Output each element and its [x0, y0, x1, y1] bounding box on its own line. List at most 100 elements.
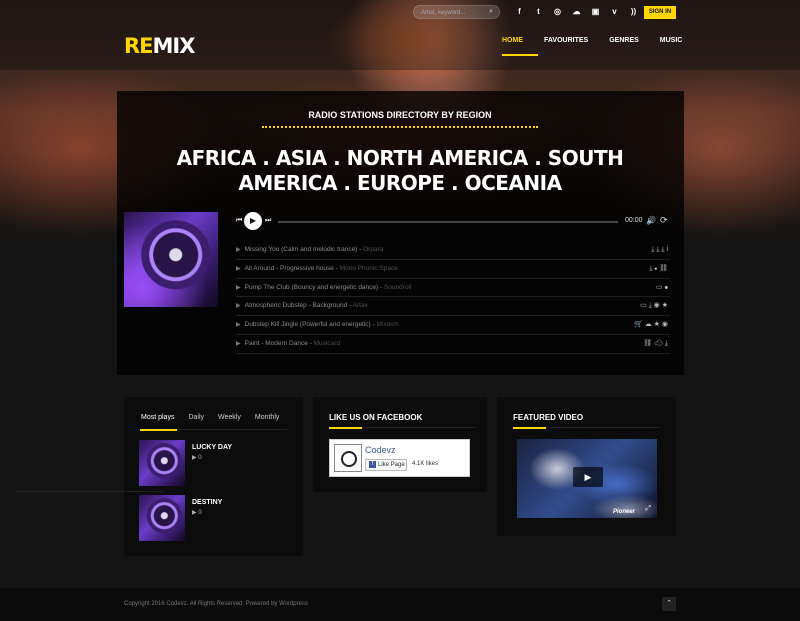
rss-icon[interactable]: )) — [624, 6, 643, 18]
progress-bar[interactable] — [278, 221, 618, 223]
most-plays-tabs: Most plays Daily Weekly Monthly — [141, 414, 293, 421]
title-accent — [513, 427, 546, 429]
track-actions[interactable]: ▭ ⦁ — [656, 279, 668, 297]
tab-daily[interactable]: Daily — [188, 414, 204, 421]
facebook-page-card[interactable]: Codevz f Like Page 4.1K likes — [329, 439, 470, 477]
nav-genres[interactable]: GENRES — [609, 37, 639, 56]
fullscreen-icon[interactable]: ⤢ — [645, 505, 651, 513]
play-icon[interactable]: ▶ — [236, 322, 241, 328]
repeat-icon[interactable]: ⟳ — [660, 215, 668, 226]
most-plays-widget: Most plays Daily Weekly Monthly LUCKY DA… — [124, 397, 303, 556]
album-cover — [124, 212, 218, 307]
main-nav: HOME FAVOURITES GENRES MUSIC — [502, 37, 703, 56]
video-thumbnail[interactable]: ▶ Pioneer ⤢ — [517, 439, 657, 518]
track-artist: Mono Phonic Space — [339, 264, 398, 272]
title-underline — [329, 427, 476, 429]
track-title: Dubstep Kill Jingle (Powerful and energe… — [244, 321, 371, 329]
likes-count: 4.1K likes — [412, 461, 439, 467]
track-item[interactable]: ▶ Paint - Modern Dance - Musicard ⛓ ☁ ⤓ — [236, 335, 670, 354]
search-input[interactable]: Artist, keyword... ⌕ — [413, 5, 500, 19]
widget-title: LIKE US ON FACEBOOK — [329, 413, 423, 422]
player-time: 00:00 — [625, 217, 643, 224]
logo-accent: RE — [124, 34, 153, 58]
audio-player: ⏮ ▶ ⏭ 00:00 🔊 ⟳ — [236, 212, 670, 230]
tab-weekly[interactable]: Weekly — [218, 414, 241, 421]
track-item[interactable]: ▶ Pump The Club (Bouncy and energetic dan… — [236, 279, 670, 298]
track-item[interactable]: ▶ Missing You (Calm and melodic trance) -… — [236, 241, 670, 260]
sign-in-button[interactable]: SIGN IN — [644, 6, 676, 19]
track-artist: Mixtech — [376, 321, 399, 329]
like-page-button[interactable]: f Like Page — [365, 459, 407, 471]
track-artist: Orpara — [363, 246, 384, 253]
play-button[interactable]: ▶ — [244, 212, 262, 230]
play-count: ▶ 0 — [192, 455, 202, 461]
play-icon[interactable]: ▶ — [236, 285, 241, 291]
copyright-text: Copyright 2016 Codevz. All Rights Reserv… — [124, 601, 308, 607]
track-artist: Musicard — [313, 339, 341, 347]
facebook-widget: LIKE US ON FACEBOOK Codevz f Like Page 4.… — [313, 397, 487, 492]
track-item[interactable]: ▶ Dubstep Kill Jingle (Powerful and energ… — [236, 316, 670, 335]
logo-text: MIX — [152, 34, 196, 58]
track-artist: Soundroll — [383, 283, 412, 291]
play-icon[interactable]: ▶ — [236, 266, 241, 272]
header-bar — [0, 0, 800, 70]
widget-title: FEATURED VIDEO — [513, 413, 584, 422]
volume-icon[interactable]: 🔊 — [646, 216, 656, 225]
vimeo-icon[interactable]: v — [605, 6, 624, 18]
title-accent — [329, 427, 362, 429]
search-icon[interactable]: ⌕ — [489, 8, 493, 16]
track-item[interactable]: ▶ All Around - Progressive house - Mono P… — [236, 260, 670, 279]
track-thumbnail[interactable] — [139, 440, 185, 486]
list-divider — [15, 491, 163, 492]
tab-most-plays[interactable]: Most plays — [141, 414, 174, 421]
list-item[interactable]: DESTINY ▶ 0 — [139, 495, 289, 541]
title-underline — [513, 427, 660, 429]
soundcloud-icon[interactable]: ☁ — [567, 6, 586, 18]
facebook-icon[interactable]: f — [510, 6, 529, 18]
search-placeholder: Artist, keyword... — [421, 10, 466, 16]
track-item[interactable]: ▶ Atmospheric Dubstep - Background - Arta… — [236, 297, 670, 317]
track-actions[interactable]: ⛓ ☁ ⤓ — [643, 335, 668, 353]
facebook-icon: f — [369, 460, 376, 468]
track-title: Atmospheric Dubstep - Background — [244, 302, 348, 310]
track-title: Paint - Modern Dance — [244, 339, 308, 347]
track-thumbnail[interactable] — [139, 495, 185, 541]
nav-home[interactable]: HOME — [502, 37, 538, 56]
next-icon[interactable]: ⏭ — [265, 217, 271, 225]
codevz-logo[interactable] — [334, 444, 362, 472]
video-play-button[interactable]: ▶ — [573, 467, 603, 487]
regions-heading[interactable]: AFRICA . ASIA . NORTH AMERICA . SOUTH AM… — [130, 146, 670, 196]
track-title[interactable]: LUCKY DAY — [192, 444, 232, 451]
track-actions[interactable]: 🛒 ☁ ★ ◉ — [634, 316, 668, 334]
footer: Copyright 2016 Codevz. All Rights Reserv… — [0, 588, 800, 621]
track-title: All Around - Progressive house — [244, 264, 334, 272]
play-icon[interactable]: ▶ — [236, 341, 241, 347]
featured-video-widget: FEATURED VIDEO ▶ Pioneer ⤢ — [497, 397, 676, 536]
section-title: RADIO STATIONS DIRECTORY BY REGION — [308, 110, 492, 120]
track-title: Missing You (Calm and melodic trance) — [244, 246, 358, 253]
video-brand-text: Pioneer — [612, 509, 635, 515]
track-title: Pump The Club (Bouncy and energetic danc… — [244, 283, 379, 291]
track-actions[interactable]: ⤓ ⤓ ⤓ i — [651, 241, 668, 259]
twitch-icon[interactable]: ▣ — [586, 6, 605, 18]
track-actions[interactable]: ▭ ⤓ ◉ ★ — [640, 297, 668, 315]
nav-music[interactable]: MUSIC — [660, 37, 683, 56]
twitter-icon[interactable]: t — [529, 6, 548, 18]
facebook-page-name[interactable]: Codevz — [365, 445, 396, 455]
tab-monthly[interactable]: Monthly — [255, 414, 280, 421]
nav-favourites[interactable]: FAVOURITES — [544, 37, 588, 56]
logo[interactable]: REMIX — [124, 34, 196, 58]
list-item[interactable]: LUCKY DAY ▶ 0 — [139, 440, 289, 486]
previous-icon[interactable]: ⏮ — [236, 217, 242, 225]
title-divider — [262, 126, 538, 128]
track-artist: Artax — [352, 302, 368, 310]
play-count: ▶ 0 — [192, 510, 202, 516]
play-icon[interactable]: ▶ — [236, 303, 241, 309]
tab-underline — [140, 429, 287, 431]
track-title[interactable]: DESTINY — [192, 499, 222, 506]
instagram-icon[interactable]: ◎ — [548, 6, 567, 18]
tab-accent — [140, 429, 177, 431]
play-icon[interactable]: ▶ — [236, 247, 241, 253]
track-actions[interactable]: ⤓ ⦁ ⛓ — [649, 260, 668, 278]
back-to-top-button[interactable]: ⌃ — [662, 597, 676, 611]
